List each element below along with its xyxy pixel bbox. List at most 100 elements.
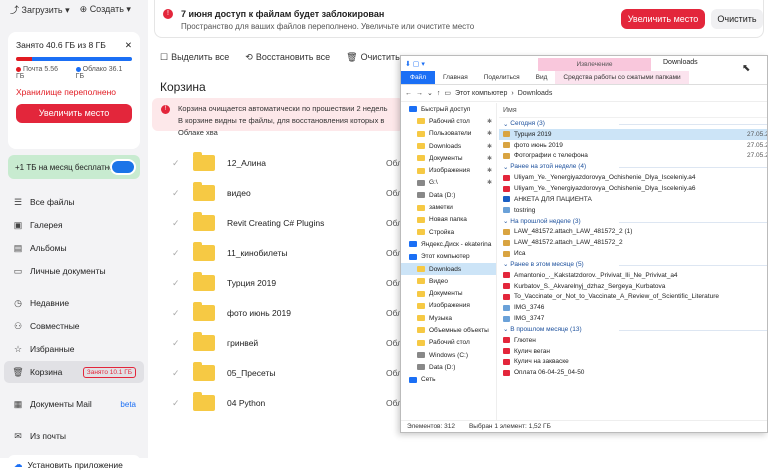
file-row[interactable]: IMG_3747Файл "	[499, 313, 767, 324]
nav-pane-item[interactable]: Яндекс.Диск - ekaterina	[401, 238, 496, 250]
ribbon-tab[interactable]: Файл	[401, 71, 435, 84]
file-row[interactable]: IMG_3746Файл "	[499, 302, 767, 313]
check-icon[interactable]: ✓	[172, 398, 180, 409]
nav-pane-item[interactable]: Downloads	[401, 262, 496, 276]
file-row[interactable]: To_Vaccinate_or_Not_to_Vaccinate_A_Revie…	[499, 292, 767, 303]
nav-pane-item[interactable]: Изображения	[401, 300, 496, 312]
close-icon[interactable]: ✕	[125, 40, 132, 51]
nav-pane-item[interactable]: Стройка	[401, 226, 496, 238]
up-icon[interactable]: ↑	[437, 90, 441, 97]
nav-pane-item[interactable]: Новая папка	[401, 214, 496, 226]
sidebar-item-shared[interactable]: ⚇ Совместные	[4, 315, 144, 337]
promo-banner[interactable]: +1 ТБ на месяц бесплатно	[8, 155, 140, 179]
ribbon-tab[interactable]: Главная	[435, 71, 476, 84]
check-icon[interactable]: ✓	[172, 338, 180, 349]
file-row[interactable]: Оплата 06-04-25_04-50Micros	[499, 367, 767, 378]
back-icon[interactable]: ←	[405, 90, 412, 97]
trash-row[interactable]: ✓ Revit Creating C# Plugins Обл	[148, 208, 402, 238]
path-segment-computer[interactable]: Этот компьютер	[455, 90, 507, 97]
nav-pane-item[interactable]: G:\ ✱	[401, 177, 496, 189]
upload-button[interactable]: ⤴ Загрузить ▾	[10, 3, 70, 16]
select-all-button[interactable]: ☐ Выделить все	[160, 52, 229, 63]
file-row[interactable]: Uliyam_Ye._Yenergiyazdorovya_Ochishenie_…	[499, 183, 767, 194]
file-group-header[interactable]: ⌄ Ранее на этой неделе (4)	[499, 161, 767, 172]
sidebar-item-albums[interactable]: ▤ Альбомы	[4, 237, 144, 259]
quick-access-toolbar-icon[interactable]: ⬇ ▢ ▾	[405, 60, 425, 68]
file-group-header[interactable]: ⌄ На прошлой неделе (3)	[499, 216, 767, 227]
sidebar-item-trash[interactable]: 🗑 Корзина Занято 10.1 ГБ	[4, 361, 144, 383]
nav-pane-item[interactable]: Пользователи ✱	[401, 128, 496, 140]
nav-pane-item[interactable]: Рабочий стол ✱	[401, 115, 496, 127]
trash-row[interactable]: ✓ фото июнь 2019 Обл	[148, 298, 402, 328]
file-row[interactable]: АНКЕТА ДЛЯ ПАЦИЕНТАMicros	[499, 194, 767, 205]
address-bar[interactable]: ← → ⌄ ↑ ▭ Этот компьютер › Downloads	[401, 85, 767, 102]
storage-overflow-text: Хранилище переполнено	[16, 87, 116, 97]
nav-pane-item[interactable]: Документы	[401, 287, 496, 299]
file-group-header[interactable]: ⌄ Ранее в этом месяце (5)	[499, 259, 767, 270]
sidebar-item-all-files[interactable]: ☰ Все файлы	[4, 191, 144, 213]
ribbon-tab[interactable]: Средства работы со сжатыми папками	[555, 71, 689, 84]
ribbon-tab[interactable]: Поделиться	[476, 71, 528, 84]
ribbon-tab[interactable]: Вид	[528, 71, 556, 84]
sidebar-item-recent[interactable]: ◷ Недавние	[4, 292, 144, 314]
file-row[interactable]: tostringФайл "	[499, 205, 767, 216]
nav-pane-item[interactable]: заметки	[401, 201, 496, 213]
check-icon[interactable]: ✓	[172, 278, 180, 289]
column-name[interactable]: Имя	[503, 107, 517, 114]
nav-pane-item[interactable]: Музыка	[401, 312, 496, 324]
file-group-header[interactable]: ⌄ В прошлом месяце (13)	[499, 324, 767, 335]
restore-all-button[interactable]: ⟲ Восстановить все	[245, 52, 330, 63]
sidebar-item-favorites[interactable]: ☆ Избранные	[4, 338, 144, 360]
nav-pane-item[interactable]: Объемные объекты	[401, 324, 496, 336]
nav-pane-item[interactable]: Видео	[401, 275, 496, 287]
check-icon[interactable]: ✓	[172, 308, 180, 319]
trash-row[interactable]: ✓ 04 Python Обл	[148, 388, 402, 418]
sidebar-item-from-mail[interactable]: ✉ Из почты	[4, 425, 144, 447]
nav-pane-item[interactable]: Быстрый доступ	[401, 103, 496, 115]
file-row[interactable]: Amantonio_._Kakstatzdorov._Privivat_Ili_…	[499, 270, 767, 281]
increase-storage-button[interactable]: Увеличить место	[16, 104, 132, 123]
path-segment-downloads[interactable]: Downloads	[518, 90, 553, 97]
context-tab-extract[interactable]: Извлечение	[538, 58, 651, 71]
nav-pane-item[interactable]: Downloads ✱	[401, 140, 496, 152]
nav-pane-item[interactable]: Data (D:)	[401, 189, 496, 201]
nav-pane-item[interactable]: Сеть	[401, 374, 496, 386]
file-row[interactable]: Кулич на закваскеMicros	[499, 357, 767, 368]
chevron-down-icon[interactable]: ⌄	[427, 89, 433, 97]
check-icon[interactable]: ✓	[172, 188, 180, 199]
check-icon[interactable]: ✓	[172, 218, 180, 229]
nav-pane-item[interactable]: Документы ✱	[401, 152, 496, 164]
nav-pane-item[interactable]: Рабочий стол	[401, 337, 496, 349]
sidebar-item-personal-docs[interactable]: ▭ Личные документы	[4, 260, 144, 282]
alert-clear-button[interactable]: Очистить	[711, 9, 763, 29]
alert-increase-button[interactable]: Увеличить место	[621, 9, 705, 29]
file-row[interactable]: LAW_481572.attach_LAW_481572_2ZIP Ot	[499, 237, 767, 248]
file-row[interactable]: ИсаZIP Ot	[499, 248, 767, 259]
create-button[interactable]: ⊕ Создать ▾	[80, 4, 131, 15]
trash-row[interactable]: ✓ 11_кинобилеты Обл	[148, 238, 402, 268]
trash-row[interactable]: ✓ 05_Пресеты Обл	[148, 358, 402, 388]
nav-pane-item[interactable]: Изображения ✱	[401, 164, 496, 176]
trash-row[interactable]: ✓ гринвей Обл	[148, 328, 402, 358]
file-row[interactable]: ГлютенMicros	[499, 335, 767, 346]
nav-pane-item[interactable]: Data (D:)	[401, 361, 496, 373]
file-row[interactable]: Фотографии с телефона27.05.2019ZIP Ot	[499, 151, 767, 162]
nav-pane-item[interactable]: Windows (C:)	[401, 349, 496, 361]
trash-row[interactable]: ✓ 12_Алина Обл	[148, 148, 402, 178]
nav-pane-item[interactable]: Этот компьютер	[401, 251, 496, 263]
trash-row[interactable]: ✓ Турция 2019 Обл	[148, 268, 402, 298]
file-row[interactable]: фото июнь 201927.05.2019ZIP Ot	[499, 140, 767, 151]
sidebar-item-mail-docs[interactable]: ▦ Документы Mail beta	[4, 393, 144, 415]
sidebar-item-gallery[interactable]: ▣ Галерея	[4, 214, 144, 236]
file-row[interactable]: Турция 201927.05.2019ZIP Ot	[499, 129, 767, 140]
file-row[interactable]: Uliyam_Ye._Yenergiyazdorovya_Ochishenie_…	[499, 172, 767, 183]
file-group-header[interactable]: ⌄ Сегодня (3)	[499, 118, 767, 129]
check-icon[interactable]: ✓	[172, 248, 180, 259]
forward-icon[interactable]: →	[416, 90, 423, 97]
file-row[interactable]: Kurbatov_S._Akvarelnyj_dzhaz_Sergeya_Kur…	[499, 281, 767, 292]
trash-row[interactable]: ✓ видео Обл	[148, 178, 402, 208]
check-icon[interactable]: ✓	[172, 158, 180, 169]
file-row[interactable]: LAW_481572.attach_LAW_481572_2 (1)ZIP Ot	[499, 227, 767, 238]
check-icon[interactable]: ✓	[172, 368, 180, 379]
file-row[interactable]: Кулич веганMicros	[499, 346, 767, 357]
